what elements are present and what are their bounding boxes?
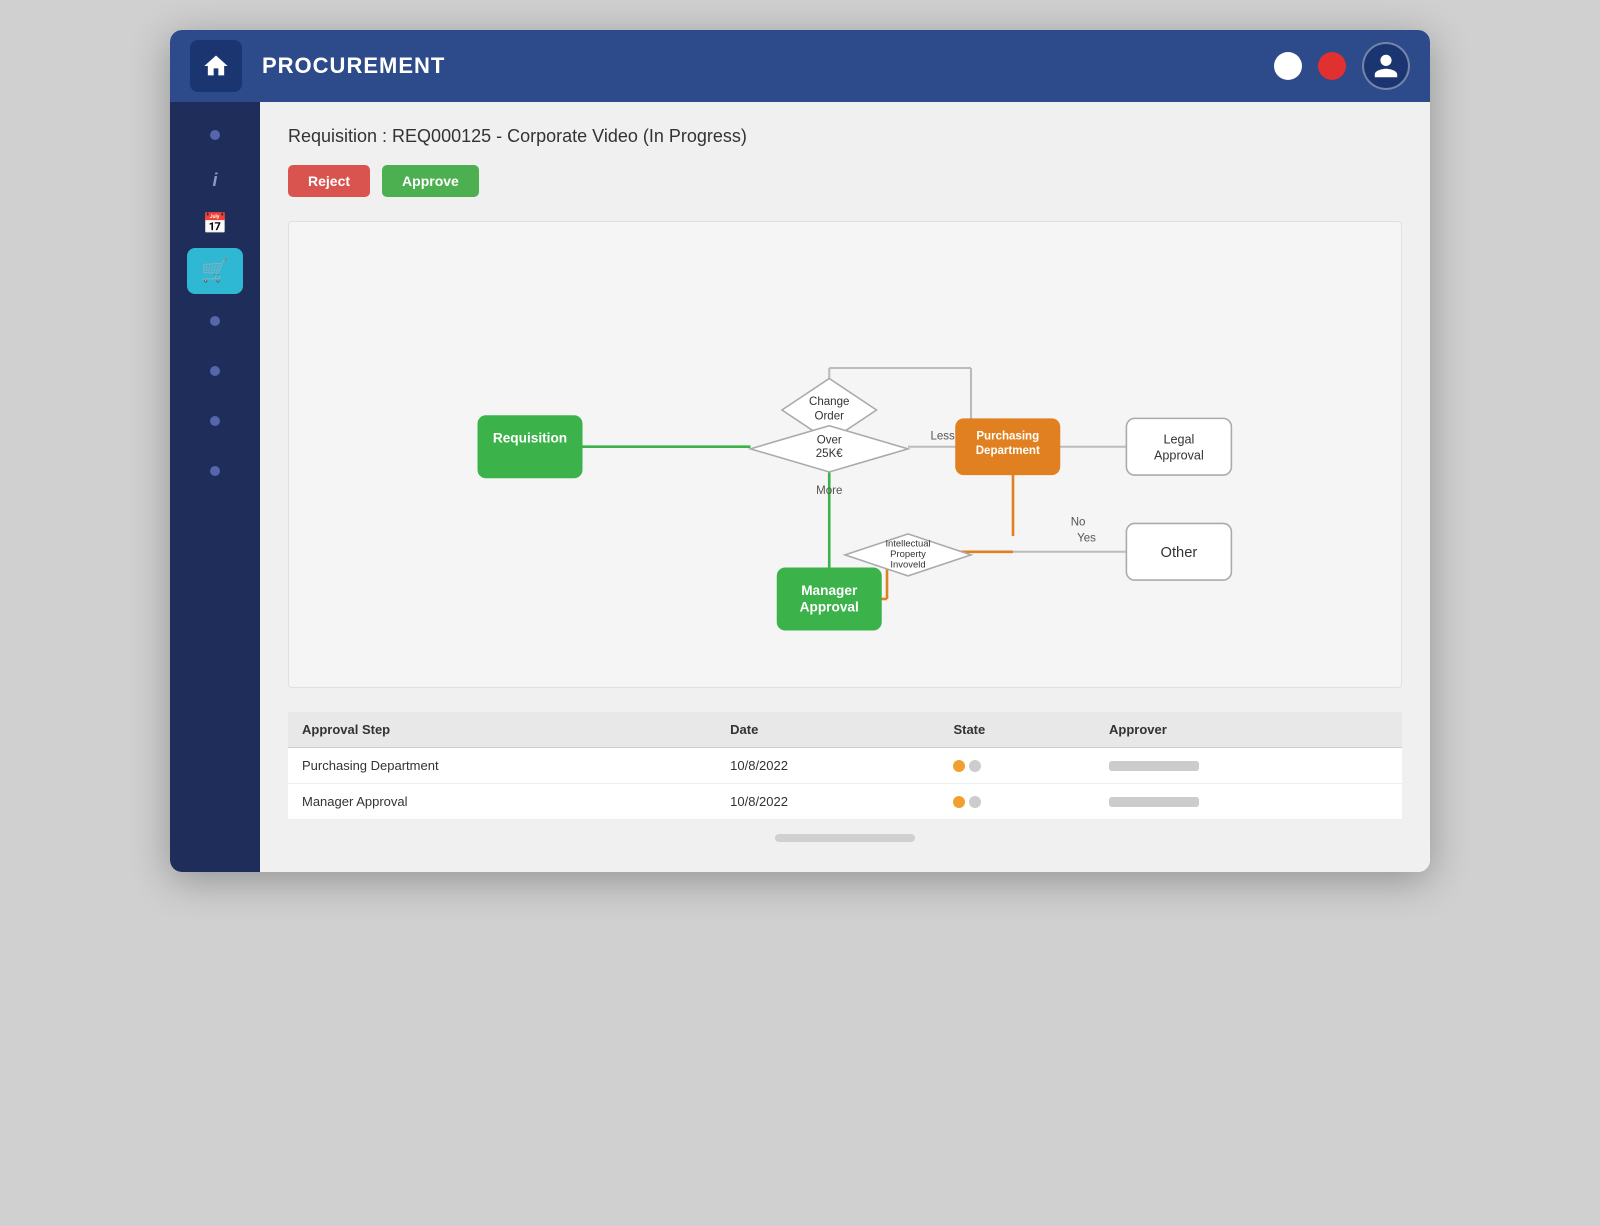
svg-text:Less: Less bbox=[930, 430, 955, 442]
approve-button[interactable]: Approve bbox=[382, 165, 479, 197]
svg-text:Requisition: Requisition bbox=[493, 431, 567, 446]
col-approver: Approver bbox=[1095, 712, 1402, 748]
col-state: State bbox=[939, 712, 1095, 748]
scrollbar-area bbox=[288, 820, 1402, 848]
action-buttons: Reject Approve bbox=[288, 165, 1402, 197]
step-date: 10/8/2022 bbox=[716, 748, 939, 784]
user-icon bbox=[1372, 52, 1400, 80]
svg-text:Legal: Legal bbox=[1163, 433, 1194, 447]
sidebar-dot-1 bbox=[210, 130, 220, 140]
alert-dot-icon[interactable] bbox=[1318, 52, 1346, 80]
svg-text:Approval: Approval bbox=[1154, 448, 1204, 462]
top-nav: PROCUREMENT bbox=[170, 30, 1430, 102]
step-approver bbox=[1095, 748, 1402, 784]
scrollbar-track[interactable] bbox=[775, 834, 915, 842]
svg-text:No: No bbox=[1071, 517, 1086, 529]
state-dot-gray bbox=[969, 796, 981, 808]
step-date: 10/8/2022 bbox=[716, 784, 939, 820]
svg-text:Order: Order bbox=[815, 410, 845, 422]
page-title: Requisition : REQ000125 - Corporate Vide… bbox=[288, 126, 1402, 147]
step-name: Purchasing Department bbox=[288, 748, 716, 784]
nav-icons bbox=[1274, 42, 1410, 90]
svg-text:25K€: 25K€ bbox=[816, 448, 844, 460]
reject-button[interactable]: Reject bbox=[288, 165, 370, 197]
state-indicator bbox=[953, 796, 1081, 808]
flowchart-container: Requisition Change Order Over 25K€ Less … bbox=[288, 221, 1402, 688]
notification-dot-icon[interactable] bbox=[1274, 52, 1302, 80]
svg-text:Purchasing: Purchasing bbox=[976, 430, 1039, 442]
svg-text:Invoveld: Invoveld bbox=[890, 560, 925, 571]
col-date: Date bbox=[716, 712, 939, 748]
table-header-row: Approval Step Date State Approver bbox=[288, 712, 1402, 748]
state-dot-orange bbox=[953, 796, 965, 808]
svg-text:Yes: Yes bbox=[1077, 532, 1096, 544]
svg-text:Manager: Manager bbox=[801, 583, 858, 598]
user-avatar-button[interactable] bbox=[1362, 42, 1410, 90]
sidebar-dot-5 bbox=[210, 466, 220, 476]
step-approver bbox=[1095, 784, 1402, 820]
state-indicator bbox=[953, 760, 1081, 772]
home-icon bbox=[202, 52, 230, 80]
step-name: Manager Approval bbox=[288, 784, 716, 820]
svg-text:Department: Department bbox=[976, 445, 1040, 457]
cart-icon: 🛒 bbox=[201, 258, 228, 284]
approver-bar bbox=[1109, 761, 1199, 771]
svg-text:Intellectual: Intellectual bbox=[885, 539, 930, 550]
sidebar-item-3[interactable] bbox=[187, 348, 243, 394]
sidebar-dot-4 bbox=[210, 416, 220, 426]
state-dot-orange bbox=[953, 760, 965, 772]
sidebar-item-5[interactable] bbox=[187, 448, 243, 494]
approval-table: Approval Step Date State Approver Purcha… bbox=[288, 712, 1402, 820]
svg-text:Approval: Approval bbox=[800, 600, 859, 615]
table-row: Purchasing Department 10/8/2022 bbox=[288, 748, 1402, 784]
col-approval-step: Approval Step bbox=[288, 712, 716, 748]
flowchart-svg: Requisition Change Order Over 25K€ Less … bbox=[309, 242, 1381, 662]
sidebar-info-icon[interactable]: i bbox=[212, 162, 217, 199]
sidebar-dot-3 bbox=[210, 366, 220, 376]
svg-text:Change: Change bbox=[809, 396, 849, 408]
state-dot-gray bbox=[969, 760, 981, 772]
sidebar-item-cart[interactable]: 🛒 bbox=[187, 248, 243, 294]
home-button[interactable] bbox=[190, 40, 242, 92]
sidebar-item-2[interactable] bbox=[187, 298, 243, 344]
approver-bar bbox=[1109, 797, 1199, 807]
table-row: Manager Approval 10/8/2022 bbox=[288, 784, 1402, 820]
svg-text:Over: Over bbox=[817, 435, 842, 447]
svg-text:Other: Other bbox=[1161, 545, 1198, 561]
app-title: PROCUREMENT bbox=[262, 53, 1254, 79]
browser-window: PROCUREMENT i 📅 🛒 bbox=[170, 30, 1430, 872]
step-state bbox=[939, 748, 1095, 784]
sidebar-calendar-icon[interactable]: 📅 bbox=[203, 203, 228, 244]
sidebar-item-1[interactable] bbox=[187, 112, 243, 158]
content-area: Requisition : REQ000125 - Corporate Vide… bbox=[260, 102, 1430, 872]
svg-text:Property: Property bbox=[890, 549, 926, 560]
sidebar: i 📅 🛒 bbox=[170, 102, 260, 872]
svg-text:More: More bbox=[816, 485, 842, 497]
sidebar-dot-2 bbox=[210, 316, 220, 326]
step-state bbox=[939, 784, 1095, 820]
sidebar-item-4[interactable] bbox=[187, 398, 243, 444]
main-layout: i 📅 🛒 Requisition : REQ000125 - Corporat… bbox=[170, 102, 1430, 872]
